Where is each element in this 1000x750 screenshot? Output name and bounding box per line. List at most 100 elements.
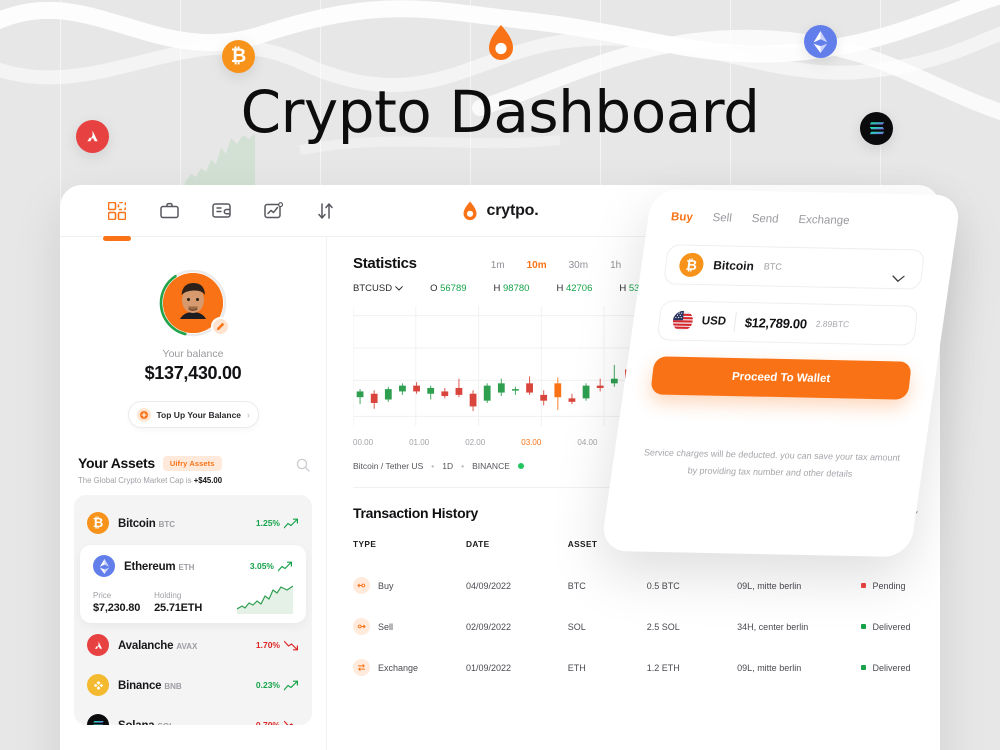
- balance-label: Your balance: [162, 348, 224, 360]
- tab-30m[interactable]: 30m: [569, 260, 588, 271]
- ohlc-open-value: 56789: [440, 283, 467, 294]
- x-tick: 02.00: [465, 438, 486, 447]
- separator-dot: •: [431, 461, 435, 471]
- page-title: Crypto Dashboard: [240, 78, 760, 146]
- chevron-down-icon[interactable]: [891, 273, 905, 285]
- market-cap-text: The Global Crypto Market Cap is +$45.00: [78, 476, 308, 485]
- x-tick-active: 03.00: [521, 438, 542, 447]
- edit-avatar-icon[interactable]: [211, 317, 230, 336]
- row-type: Exchange: [378, 662, 419, 673]
- plus-circle-icon: [136, 407, 151, 422]
- top-up-balance-button[interactable]: Top Up Your Balance ›: [127, 401, 259, 428]
- list-item[interactable]: Avalanche AVAX 1.70%: [74, 625, 312, 665]
- solana-icon: [87, 714, 109, 725]
- tab-exchange[interactable]: Exchange: [798, 214, 850, 227]
- top-up-label: Top Up Your Balance: [156, 409, 242, 420]
- row-amount: 1.2 ETH: [646, 662, 680, 673]
- tab-10m[interactable]: 10m: [527, 260, 547, 271]
- trend-down-icon: [284, 640, 298, 650]
- status-dot: [861, 665, 867, 670]
- asset-symbol: SOL: [158, 722, 174, 725]
- timeframe-tabs: 1m 10m 30m 1h: [491, 260, 622, 271]
- buy-arrow-icon: [353, 577, 370, 594]
- amount-crypto-equivalent: 2.89BTC: [815, 318, 850, 330]
- ethereum-icon: [93, 555, 115, 577]
- ohlc-high-1-value: 98780: [503, 283, 530, 294]
- pair-selector[interactable]: BTCUSD: [353, 283, 403, 294]
- price-label: Price: [93, 591, 112, 600]
- table-row[interactable]: Sell 02/09/2022 SOL 2.5 SOL 34H, center …: [353, 606, 918, 647]
- row-type: Buy: [378, 580, 394, 591]
- sell-arrow-icon: [353, 618, 370, 635]
- x-tick: 00.00: [353, 438, 374, 447]
- chevron-down-icon: [395, 286, 403, 291]
- footer-interval: 1D: [442, 461, 454, 471]
- bitcoin-icon: ₿: [678, 252, 705, 278]
- grid-icon[interactable]: [106, 200, 128, 222]
- briefcase-icon[interactable]: [158, 200, 180, 222]
- status-badge: Pending: [872, 580, 906, 591]
- asset-name: Bitcoin: [118, 518, 156, 530]
- asset-selector[interactable]: ₿ Bitcoin BTC: [663, 244, 926, 290]
- bitcoin-icon: ₿: [87, 512, 109, 534]
- table-row[interactable]: Exchange 01/09/2022 ETH 1.2 ETH 09L, mit…: [353, 647, 918, 688]
- price-stat: Price $7,230.80: [93, 591, 140, 614]
- row-address: 09L, mitte berlin: [737, 662, 802, 673]
- list-item[interactable]: ₿ Bitcoin BTC 1.25%: [74, 503, 312, 543]
- change-value: 0.70%: [255, 720, 280, 725]
- row-date: 02/09/2022: [466, 621, 512, 632]
- buy-panel-tabs: Buy Sell Send Exchange: [670, 211, 929, 228]
- ohlc-high-1: H 98780: [493, 283, 530, 294]
- row-address: 34H, center berlin: [737, 621, 809, 632]
- asset-name: Ethereum: [124, 561, 176, 573]
- chart-icon[interactable]: [262, 200, 284, 222]
- list-item[interactable]: Binance BNB 0.23%: [74, 665, 312, 705]
- transfer-arrows-icon[interactable]: [314, 200, 336, 222]
- proceed-to-wallet-button[interactable]: Proceed To Wallet: [650, 356, 912, 400]
- brand-logo[interactable]: crytpo.: [462, 201, 539, 221]
- asset-symbol: ETH: [178, 563, 195, 572]
- trend-up-icon: [284, 518, 298, 529]
- divider: [733, 311, 738, 332]
- list-item-expanded[interactable]: Ethereum ETH 3.05% Price $7,230.80 Holdi…: [80, 545, 306, 623]
- holding-label: Holding: [154, 591, 182, 600]
- row-address: 09L, mitte berlin: [737, 580, 802, 591]
- row-asset: BTC: [567, 580, 586, 591]
- tab-1h[interactable]: 1h: [610, 260, 621, 271]
- trend-up-icon: [278, 561, 292, 572]
- tab-sell[interactable]: Sell: [712, 212, 733, 224]
- change-value: 3.05%: [249, 561, 274, 571]
- search-icon[interactable]: [296, 458, 310, 472]
- table-row[interactable]: Buy 04/09/2022 BTC 0.5 BTC 09L, mitte be…: [353, 565, 918, 606]
- assets-badge: Uifry Assets: [162, 455, 222, 471]
- exchange-icon: [353, 659, 370, 676]
- asset-symbol: BTC: [158, 520, 176, 529]
- amount-input[interactable]: USD $12,789.00 2.89BTC: [656, 300, 919, 346]
- asset-symbol: AVAX: [176, 642, 198, 651]
- tab-buy[interactable]: Buy: [670, 211, 693, 223]
- asset-symbol: BNB: [164, 682, 182, 691]
- footer-pair: Bitcoin / Tether US: [353, 461, 424, 471]
- tab-send[interactable]: Send: [751, 213, 779, 226]
- x-tick: 01.00: [409, 438, 430, 447]
- nav-icon-group: [106, 200, 336, 222]
- profile-avatar[interactable]: [159, 269, 230, 337]
- asset-list[interactable]: ₿ Bitcoin BTC 1.25% Ethereum ETH 3.05% P…: [74, 495, 312, 725]
- market-cap-prefix: The Global Crypto Market Cap is: [78, 476, 194, 485]
- asset-name: Solana: [118, 720, 155, 725]
- transactions-table: TYPE DATE ASSET AMOUNT ADRESS STATUS Buy…: [353, 539, 918, 688]
- buy-panel: Buy Sell Send Exchange ₿ Bitcoin BTC USD…: [600, 188, 962, 558]
- row-date: 01/09/2022: [466, 662, 512, 673]
- wallet-icon[interactable]: [210, 200, 232, 222]
- selected-asset-symbol: BTC: [763, 261, 783, 272]
- brand-name: crytpo.: [486, 201, 539, 219]
- change-value: 1.70%: [255, 640, 280, 650]
- holding-value: 25.71ETH: [154, 602, 203, 614]
- ethereum-badge: [804, 25, 837, 58]
- profile-block: Your balance $137,430.00 Top Up Your Bal…: [60, 237, 326, 428]
- tab-1m[interactable]: 1m: [491, 260, 505, 271]
- list-item[interactable]: SolanaSOL 0.70%: [74, 705, 312, 725]
- ohlc-open: O 56789: [430, 283, 467, 294]
- binance-icon: [87, 674, 109, 696]
- holding-stat: Holding 25.71ETH: [154, 591, 202, 614]
